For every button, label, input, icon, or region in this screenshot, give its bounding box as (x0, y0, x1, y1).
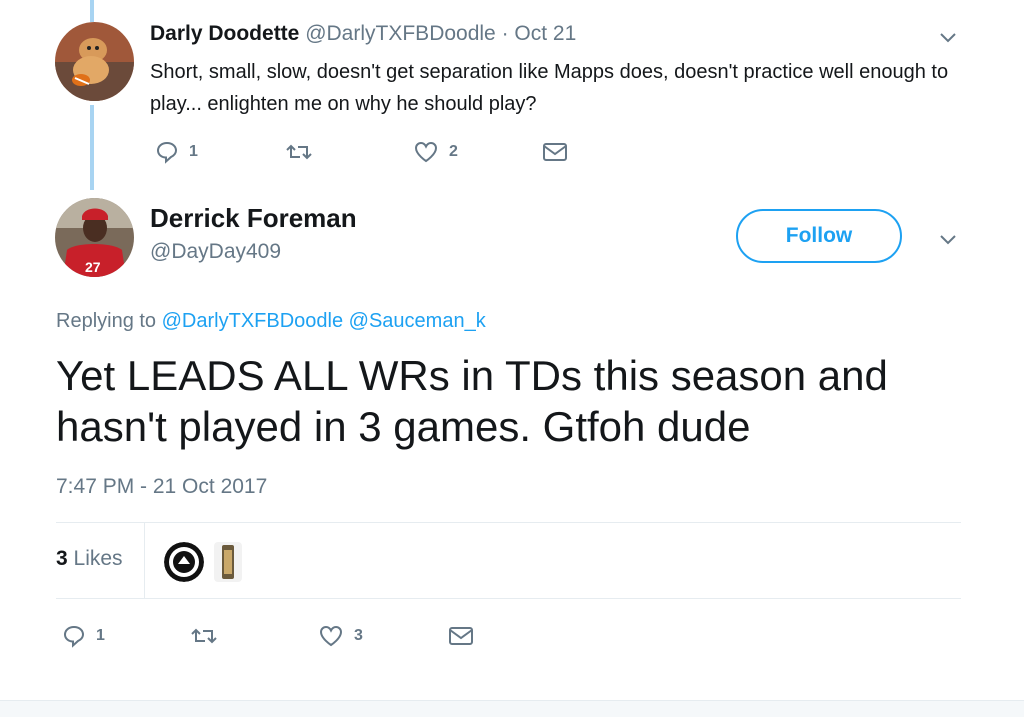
replying-to-line: Replying to @DarlyTXFBDoodle @Sauceman_k (56, 310, 486, 333)
main-retweet-button[interactable] (190, 624, 218, 648)
likes-count: 3 (56, 547, 68, 570)
main-like-button[interactable]: 3 (318, 624, 363, 648)
tweet-page: Darly Doodette @DarlyTXFBDoodle · Oct 21… (0, 0, 1024, 717)
main-tweet-text: Yet LEADS ALL WRs in TDs this season and… (56, 352, 888, 450)
replying-to-link-2[interactable]: @Sauceman_k (349, 310, 486, 332)
liker-avatar[interactable] (214, 542, 242, 582)
parent-like-button[interactable]: 2 (413, 140, 458, 164)
parent-reply-count: 1 (189, 143, 198, 160)
main-dm-button[interactable] (448, 625, 474, 647)
divider-bottom (56, 598, 961, 599)
parent-handle[interactable]: @DarlyTXFBDoodle (305, 22, 496, 45)
main-handle[interactable]: @DayDay409 (150, 240, 281, 264)
replies-section-edge (0, 700, 1024, 717)
main-avatar[interactable]: 27 (55, 198, 134, 277)
retweet-icon (191, 628, 217, 644)
envelope-icon (543, 143, 567, 161)
main-display-name[interactable]: Derrick Foreman (150, 203, 357, 234)
divider-top (56, 522, 961, 523)
reply-icon (63, 625, 85, 648)
parent-dm-button[interactable] (542, 141, 568, 163)
parent-display-name[interactable]: Darly Doodette (150, 22, 299, 45)
chevron-down-icon[interactable] (937, 26, 959, 48)
envelope-icon (449, 627, 473, 645)
heart-icon (319, 625, 343, 647)
parent-tweet-header: Darly Doodette @DarlyTXFBDoodle · Oct 21 (150, 22, 576, 46)
chevron-down-icon[interactable] (937, 228, 959, 250)
main-reply-button[interactable]: 1 (62, 624, 105, 648)
parent-avatar[interactable] (55, 22, 134, 101)
follow-button[interactable]: Follow (736, 209, 902, 263)
thread-line-bottom (90, 105, 94, 190)
main-reply-count: 1 (96, 627, 105, 644)
parent-reply-button[interactable]: 1 (155, 140, 198, 164)
parent-tweet-text: Short, small, slow, doesn't get separati… (150, 61, 949, 115)
heart-icon (414, 141, 438, 163)
block-nation-logo (164, 542, 204, 582)
tweet-timestamp[interactable]: 7:47 PM - 21 Oct 2017 (56, 475, 267, 499)
parent-date[interactable]: · Oct 21 (502, 22, 577, 45)
likes-divider (144, 523, 145, 599)
replying-to-link-1[interactable]: @DarlyTXFBDoodle (162, 310, 343, 332)
likes-stat[interactable]: 3 Likes (56, 547, 123, 571)
main-like-count: 3 (354, 627, 363, 644)
parent-like-count: 2 (449, 143, 458, 160)
svg-text:27: 27 (85, 259, 101, 275)
reply-icon (156, 141, 178, 164)
likes-label: Likes (73, 547, 123, 570)
retweet-icon (286, 144, 312, 160)
parent-retweet-button[interactable] (285, 140, 313, 164)
replying-to-label: Replying to (56, 310, 157, 332)
liker-avatar[interactable] (164, 542, 204, 582)
thread-line-top (90, 0, 94, 22)
